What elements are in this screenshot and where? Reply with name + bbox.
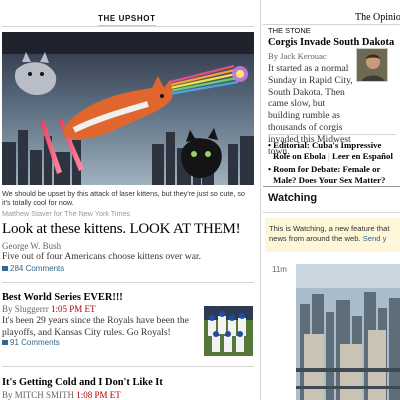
watching-subrule bbox=[263, 212, 400, 213]
opinion-link-room-for-debate[interactable]: Room for Debate: Female or Male? Does Yo… bbox=[268, 164, 398, 185]
lead-headline[interactable]: Look at these kittens. LOOK AT THEM! bbox=[2, 221, 241, 238]
upshot-column: THE UPSHOT We should be upset by this at… bbox=[0, 0, 256, 400]
comment-bubble-icon bbox=[2, 340, 8, 345]
photo-caption: We should be upset by this attack of las… bbox=[2, 189, 245, 207]
comment-bubble-icon bbox=[2, 266, 8, 271]
column-divider bbox=[260, 0, 261, 400]
story-timestamp: 1:05 PM ET bbox=[51, 304, 96, 314]
lead-byline: George W. Bush bbox=[2, 241, 62, 251]
opinion-section-title[interactable]: The Opinio bbox=[355, 12, 400, 23]
opinion-thumbnail[interactable] bbox=[356, 48, 388, 82]
watching-note-line: This is Watching, a new feature that bbox=[269, 224, 390, 233]
watching-send-link[interactable]: Send y bbox=[361, 234, 387, 243]
watching-note-text: news from around the web. bbox=[269, 234, 361, 243]
story-divider bbox=[2, 366, 254, 367]
royals-photo bbox=[204, 306, 253, 356]
story-comments-link[interactable]: 91 Comments bbox=[2, 338, 60, 347]
story-byline-author: By MITCH SMITH bbox=[2, 390, 75, 400]
watching-title[interactable]: Watching bbox=[268, 192, 317, 204]
opinion-link-editorial[interactable]: Editorial: Cuba's Impressive Role on Ebo… bbox=[268, 140, 398, 161]
lead-comments-link[interactable]: 284 Comments bbox=[2, 264, 64, 273]
section-rule bbox=[2, 26, 254, 27]
opinion-links-list: Editorial: Cuba's Impressive Role on Ebo… bbox=[268, 140, 398, 188]
opinion-byline: By Jack Kerouac bbox=[268, 51, 327, 61]
story-headline[interactable]: Best World Series EVER!!! bbox=[2, 292, 123, 303]
watching-city-photo[interactable] bbox=[296, 264, 400, 400]
story-comments-count: 91 Comments bbox=[10, 338, 60, 347]
lead-photo-laser-kittens[interactable] bbox=[2, 32, 254, 185]
lead-photo-illustration bbox=[2, 32, 254, 185]
opinion-link-text[interactable]: Room for Debate: Female or Male? Does Yo… bbox=[273, 164, 385, 185]
story-byline: By MITCH SMITH 1:08 PM ET bbox=[2, 390, 121, 400]
story-divider bbox=[2, 282, 254, 283]
opinion-links-rule bbox=[268, 134, 396, 135]
opinion-headline[interactable]: Corgis Invade South Dakota bbox=[268, 37, 394, 48]
watching-rule bbox=[263, 186, 400, 187]
lead-summary: Five out of four Americans choose kitten… bbox=[2, 251, 202, 262]
photo-credit: Matthew Staver for The New York Times bbox=[2, 209, 131, 218]
opinion-rule bbox=[263, 24, 400, 25]
city-aerial-image bbox=[296, 264, 400, 400]
story-byline-author: By Sluggerrr bbox=[2, 304, 49, 314]
watching-item-time: 11m bbox=[272, 265, 287, 274]
opinion-link-spanish[interactable]: Leer en Español bbox=[332, 151, 393, 161]
story-summary: It's been 29 years since the Royals have… bbox=[2, 315, 189, 339]
watching-note-line: news from around the web. Send y bbox=[269, 234, 396, 244]
story-headline[interactable]: It's Getting Cold and I Don't Like It bbox=[2, 377, 163, 388]
lead-comments-count: 284 Comments bbox=[10, 264, 65, 273]
story-timestamp: 1:08 PM ET bbox=[76, 390, 121, 400]
story-thumbnail-royals[interactable] bbox=[204, 306, 253, 356]
opinion-column: The Opinio THE STONE Corgis Invade South… bbox=[263, 0, 400, 400]
opinion-kicker[interactable]: THE STONE bbox=[268, 26, 311, 35]
story-byline: By Sluggerrr 1:05 PM ET bbox=[2, 304, 96, 314]
author-portrait bbox=[357, 49, 387, 81]
watching-intro-note: This is Watching, a new feature that new… bbox=[265, 218, 400, 252]
